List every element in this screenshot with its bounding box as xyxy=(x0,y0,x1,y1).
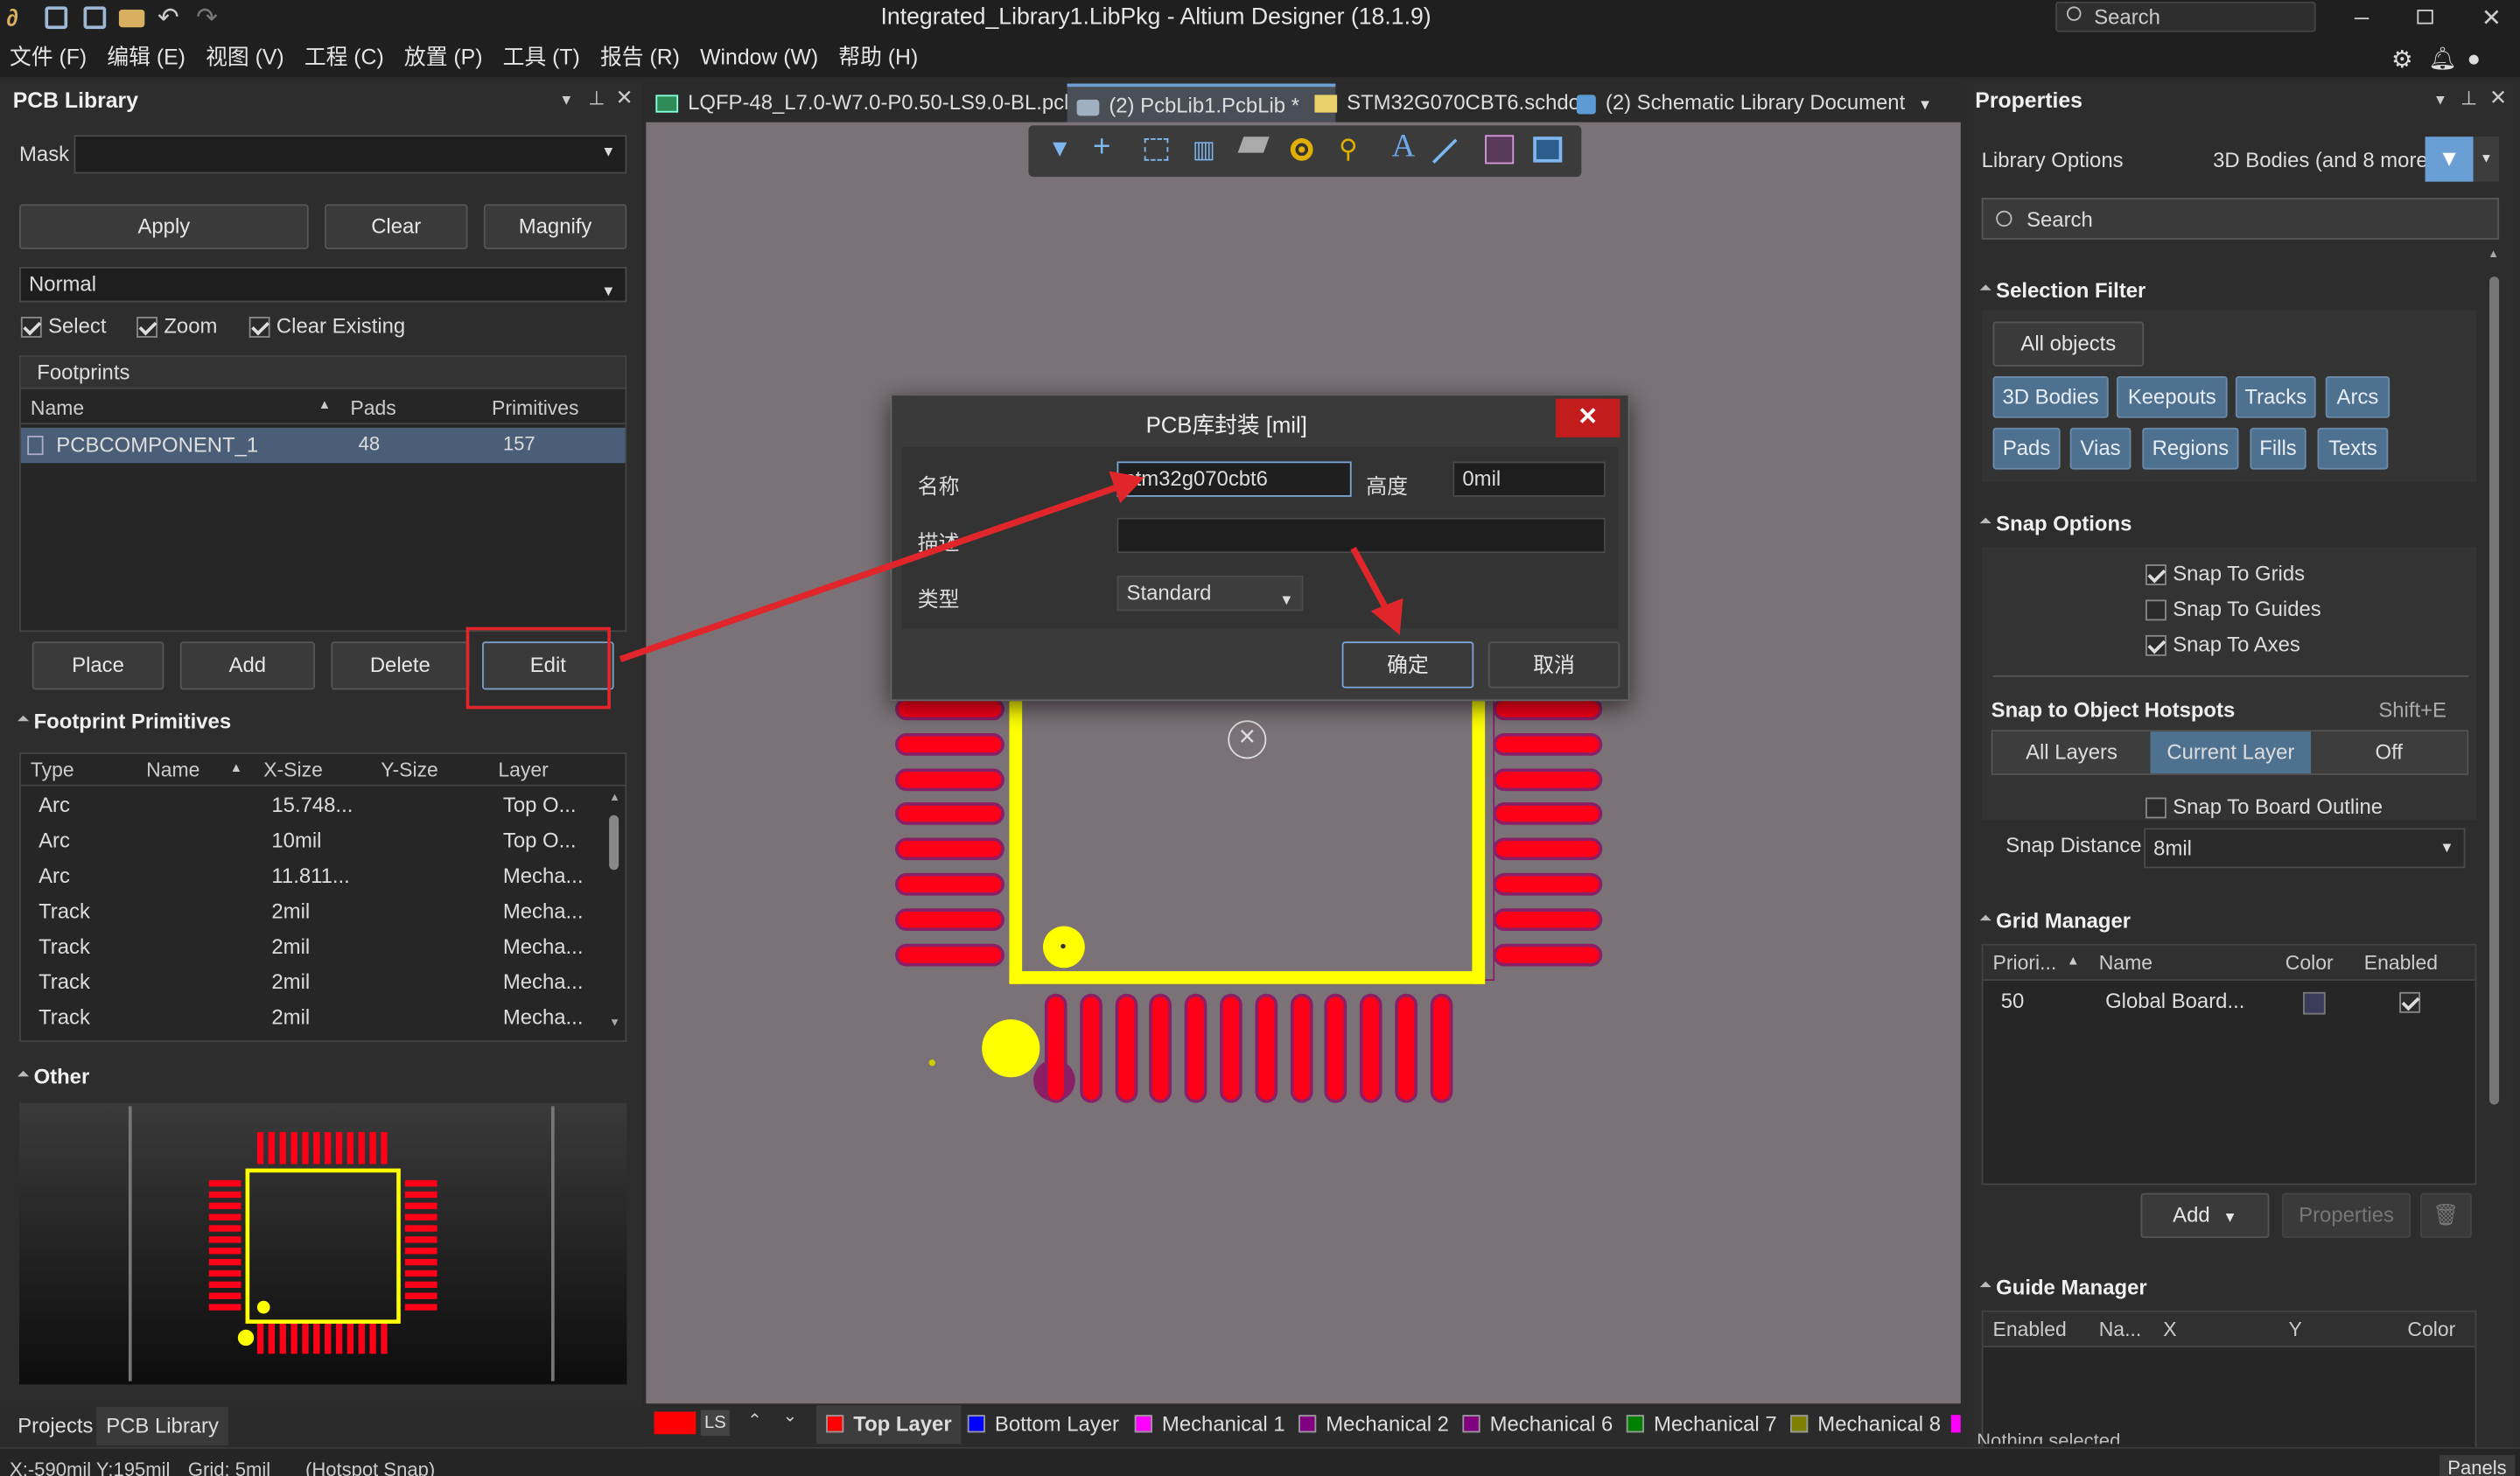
filter-fills[interactable]: Fills xyxy=(2250,427,2306,470)
snap-board-checkbox[interactable]: Snap To Board Outline xyxy=(2145,794,2384,819)
snap-guides-checkbox[interactable]: Snap To Guides xyxy=(2145,596,2321,621)
sort-up-icon: ▲ xyxy=(2066,953,2080,969)
snap-grids-checkbox[interactable]: Snap To Grids xyxy=(2145,561,2306,586)
grid-add-button[interactable]: Add ▼ xyxy=(2140,1193,2270,1239)
library-options-label: Library Options xyxy=(1981,148,2124,172)
mech8-swatch xyxy=(1790,1415,1809,1433)
properties-panel: Properties ▼ ⊥ ✕ Library Options 3D Bodi… xyxy=(1967,80,2520,1456)
current-layer-option[interactable]: Current Layer xyxy=(2150,731,2312,773)
chevron-down-icon: ▼ xyxy=(2440,839,2454,856)
filter-pads[interactable]: Pads xyxy=(1992,427,2061,470)
hotspots-shortcut: Shift+E xyxy=(2378,697,2446,723)
layer-tab-bottom[interactable]: Bottom Layer xyxy=(967,1410,1119,1439)
col-enabled[interactable]: Enabled xyxy=(1993,1319,2067,1341)
snap-distance-label: Snap Distance xyxy=(2006,832,2142,857)
panel-menu-icon[interactable]: ▼ xyxy=(2433,92,2447,108)
panels-button[interactable]: Panels xyxy=(2440,1455,2515,1476)
filter-arcs[interactable]: Arcs xyxy=(2325,376,2390,418)
snap-distance-select[interactable]: 8mil ▼ xyxy=(2144,828,2466,869)
filter-keepouts[interactable]: Keepouts xyxy=(2116,376,2228,418)
snap-distance-value: 8mil xyxy=(2153,836,2192,861)
col-name[interactable]: Name xyxy=(2099,952,2152,975)
off-option[interactable]: Off xyxy=(2311,731,2468,773)
layer-name: Top Layer xyxy=(853,1411,952,1437)
selection-filter-title: Selection Filter xyxy=(1982,278,2146,303)
layer-name: Mechanical 1 xyxy=(1161,1411,1285,1437)
mech2-swatch xyxy=(1298,1415,1317,1433)
hotspot-segmented: All Layers Current Layer Off xyxy=(1991,730,2469,775)
grid-properties-button[interactable]: Properties xyxy=(2282,1193,2412,1239)
col-enabled[interactable]: Enabled xyxy=(2364,952,2438,975)
grid-enabled-checkbox[interactable] xyxy=(2399,989,2426,1013)
properties-search[interactable]: Search xyxy=(1981,198,2500,240)
all-layers-option[interactable]: All Layers xyxy=(1992,731,2151,773)
snap-axes-checkbox[interactable]: Snap To Axes xyxy=(2145,632,2300,656)
layer-up-icon[interactable]: ⌃ xyxy=(747,1410,762,1431)
snap-board-label: Snap To Board Outline xyxy=(2173,794,2384,819)
layer-tab-mech1[interactable]: Mechanical 1 xyxy=(1134,1410,1285,1439)
layer-name: Mechanical 6 xyxy=(1489,1411,1614,1437)
chevron-down-icon: ▼ xyxy=(2222,1208,2237,1226)
ls-button[interactable]: LS xyxy=(700,1410,730,1437)
filter-vias[interactable]: Vias xyxy=(2069,427,2132,470)
hotspots-label: Snap to Object Hotspots xyxy=(1991,697,2236,723)
col-x[interactable]: X xyxy=(2163,1319,2176,1341)
mech1-swatch xyxy=(1134,1415,1152,1433)
layer-tab-mech8[interactable]: Mechanical 8 xyxy=(1790,1410,1941,1439)
layer-tab-top[interactable]: Top Layer xyxy=(816,1405,962,1445)
col-y[interactable]: Y xyxy=(2288,1319,2301,1341)
snap-axes-label: Snap To Axes xyxy=(2173,632,2300,656)
filter-button[interactable]: ▼ xyxy=(2425,136,2474,182)
grid-add-label: Add xyxy=(2173,1202,2210,1228)
filter-texts[interactable]: Texts xyxy=(2317,427,2389,470)
filter-3d-bodies[interactable]: 3D Bodies xyxy=(1992,376,2109,418)
trash-icon[interactable]: 🗑︎ xyxy=(2420,1193,2472,1239)
layer-tab-mech6[interactable]: Mechanical 6 xyxy=(1462,1410,1613,1439)
mech6-swatch xyxy=(1462,1415,1480,1433)
col-color[interactable]: Color xyxy=(2407,1319,2455,1341)
close-panel-icon[interactable]: ✕ xyxy=(2489,85,2507,110)
grid-name: Global Board... xyxy=(2105,989,2245,1013)
bodies-label: 3D Bodies (and 8 more) xyxy=(2213,148,2435,172)
layer-name: Mechanical 7 xyxy=(1653,1411,1777,1437)
layer-name: Mechanical 8 xyxy=(1817,1411,1942,1437)
layer-name: Bottom Layer xyxy=(994,1411,1119,1437)
layer-tab-mech7[interactable]: Mechanical 7 xyxy=(1626,1410,1777,1439)
grid-manager-title: Grid Manager xyxy=(1982,908,2131,933)
current-layer-swatch[interactable] xyxy=(654,1411,696,1435)
col-name[interactable]: Na... xyxy=(2099,1319,2142,1341)
search-placeholder: Search xyxy=(2026,207,2093,232)
status-coords: X:-590mil Y:195mil xyxy=(10,1458,171,1476)
status-bar: X:-590mil Y:195mil Grid: 5mil (Hotspot S… xyxy=(0,1446,2520,1476)
snap-grids-label: Snap To Grids xyxy=(2173,561,2306,585)
grid-color-swatch[interactable] xyxy=(2302,991,2326,1015)
snap-guides-label: Snap To Guides xyxy=(2173,596,2321,621)
bottom-layer-swatch xyxy=(967,1415,985,1433)
nothing-selected: Nothing selected xyxy=(1977,1431,2121,1445)
filter-tracks[interactable]: Tracks xyxy=(2235,376,2316,418)
layer-down-icon[interactable]: ⌄ xyxy=(782,1405,797,1426)
filter-dropdown[interactable]: ▼ xyxy=(2473,136,2500,182)
col-priority[interactable]: Priori... xyxy=(1993,952,2057,975)
grid-row[interactable]: 50 Global Board... xyxy=(1983,984,2474,1019)
status-snap: (Hotspot Snap) xyxy=(304,1458,436,1476)
col-color[interactable]: Color xyxy=(2286,952,2334,975)
top-layer-swatch xyxy=(826,1415,844,1433)
filter-regions[interactable]: Regions xyxy=(2142,427,2239,470)
pin-icon[interactable]: ⊥ xyxy=(2460,87,2477,109)
search-icon xyxy=(1996,210,2012,227)
snap-options-title: Snap Options xyxy=(1982,511,2132,535)
all-objects-button[interactable]: All objects xyxy=(1992,321,2145,367)
status-grid: Grid: 5mil xyxy=(187,1458,271,1476)
layer-name: Mechanical 2 xyxy=(1326,1411,1449,1437)
layer-tab-mech2[interactable]: Mechanical 2 xyxy=(1298,1410,1449,1439)
props-scrollbar[interactable]: ▲ xyxy=(2488,249,2501,1431)
more-layers-swatch xyxy=(1950,1415,1961,1433)
properties-title: Properties xyxy=(1975,88,2082,113)
grid-table: Priori... ▲ Name Color Enabled 50 Global… xyxy=(1981,943,2477,1186)
grid-priority: 50 xyxy=(2000,989,2025,1013)
guide-manager-title: Guide Manager xyxy=(1982,1275,2147,1299)
mech7-swatch xyxy=(1626,1415,1644,1433)
